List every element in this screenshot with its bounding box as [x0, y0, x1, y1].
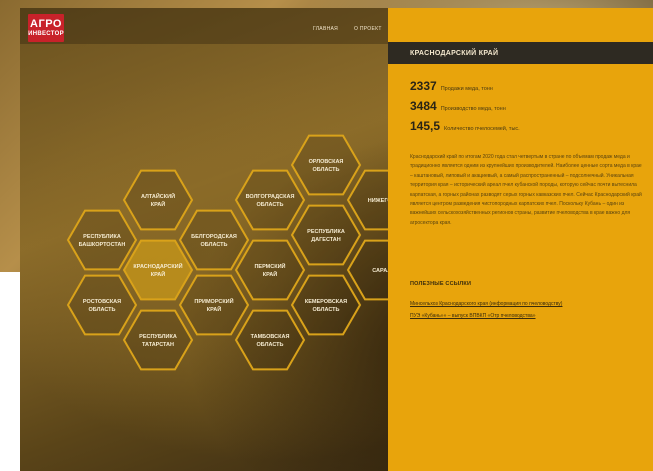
region-label: ОБЛАСТЬ — [257, 342, 284, 348]
useful-link[interactable]: ПУЭ «Кубань»» – выпуск ВПВКП «Отр пчелов… — [410, 313, 536, 319]
region-label: БЕЛГОРОДСКАЯ — [191, 234, 237, 240]
stat-value: 2337 — [410, 79, 437, 93]
region-label: ТАМБОВСКАЯ — [251, 334, 290, 340]
region-description: Краснодарский край по итогам 2020 года с… — [410, 154, 642, 226]
region-hex[interactable]: САРА... — [346, 239, 388, 301]
region-label: РЕСПУБЛИКА — [83, 234, 121, 240]
region-label: ОБЛАСТЬ — [313, 167, 340, 173]
hex-shape — [178, 209, 250, 271]
stat-value: 145,5 — [410, 119, 441, 133]
region-label: НИЖЕГО... — [368, 198, 388, 204]
hex-shape — [290, 204, 362, 266]
region-hex[interactable]: ПРИМОРСКИЙКРАЙ — [178, 274, 250, 336]
region-hex[interactable]: РОСТОВСКАЯ ОБЛАСТЬ — [66, 274, 138, 336]
region-hex[interactable]: ОРЛОВСКАЯ ОБЛАСТЬ — [290, 134, 362, 196]
region-label: РЕСПУБЛИКА — [139, 334, 177, 340]
region-hex[interactable]: ПЕРМСКИЙКРАЙ — [234, 239, 306, 301]
region-label: ПРИМОРСКИЙ — [194, 297, 233, 305]
stat-production: 3484 Производство меда, тонн — [410, 99, 506, 113]
region-hex[interactable]: РЕСПУБЛИКА ДАГЕСТАН — [290, 204, 362, 266]
region-label: АЛТАЙСКИЙ — [141, 192, 175, 200]
region-hex[interactable]: ВОЛГОГРАДСКАЯ ОБЛАСТЬ — [234, 169, 306, 231]
region-label: ОБЛАСТЬ — [257, 202, 284, 208]
stat-colonies: 145,5 Количество пчелосемей, тыс. — [410, 119, 520, 133]
region-label: РЕСПУБЛИКА — [307, 229, 345, 235]
region-label: ОБЛАСТЬ — [201, 242, 228, 248]
hex-shape — [178, 274, 250, 336]
stat-label: Продажи меда, тонн — [440, 86, 493, 92]
region-label: ОБЛАСТЬ — [313, 307, 340, 313]
region-label: ОБЛАСТЬ — [89, 307, 116, 313]
region-label: КРАЙ — [207, 305, 222, 313]
region-hex[interactable]: НИЖЕГО... — [346, 169, 388, 231]
region-label: РОСТОВСКАЯ — [83, 299, 121, 305]
hex-shape — [290, 134, 362, 196]
useful-links-title: ПОЛЕЗНЫЕ ССЫЛКИ — [410, 281, 472, 287]
region-label: КРАСНОДАРСКИЙ — [133, 262, 182, 270]
region-label: КРАЙ — [263, 270, 278, 278]
region-label: КРАЙ — [151, 200, 166, 208]
stat-sales: 2337 Продажи меда, тонн — [410, 79, 493, 93]
region-info-panel: КРАСНОДАРСКИЙ КРАЙ 2337 Продажи меда, то… — [388, 8, 653, 471]
region-label: ОРЛОВСКАЯ — [309, 159, 344, 165]
region-label: ДАГЕСТАН — [311, 237, 340, 243]
hex-shape — [234, 169, 306, 231]
region-label: КРАЙ — [151, 270, 166, 278]
region-hex[interactable]: КРАСНОДАРСКИЙКРАЙ — [122, 239, 194, 301]
region-honeycomb: АЛТАЙСКИЙ КРАЙ РЕСПУБЛИКА БАШКОРТОСТАН КРАСН… — [20, 8, 388, 471]
hex-shape — [234, 239, 306, 301]
browser-window: АГРО ИНВЕСТОР ГЛАВНАЯ О ПРОЕКТ АЛТАЙСКИЙ… — [20, 8, 653, 471]
hex-shape — [234, 309, 306, 371]
region-label: ТАТАРСТАН — [142, 342, 174, 348]
region-hex[interactable]: КЕМЕРОВСКАЯ ОБЛАСТЬ — [290, 274, 362, 336]
stat-label: Производство меда, тонн — [440, 106, 506, 112]
honeycomb-svg: АЛТАЙСКИЙКРАЙРЕСПУБЛИКАБАШКОРТОСТАНКРАСН… — [66, 134, 388, 371]
hex-shape — [290, 274, 362, 336]
region-label: КЕМЕРОВСКАЯ — [305, 299, 347, 305]
hex-shape — [122, 169, 194, 231]
region-hex[interactable]: БЕЛГОРОДСКАЯ ОБЛАСТЬ — [178, 209, 250, 271]
region-hex[interactable]: РЕСПУБЛИКА ТАТАРСТАН — [122, 309, 194, 371]
region-label: САРА... — [372, 268, 388, 274]
hex-shape — [122, 239, 194, 301]
hex-shape — [66, 274, 138, 336]
stat-label: Количество пчелосемей, тыс. — [444, 126, 520, 132]
panel-title: КРАСНОДАРСКИЙ КРАЙ — [388, 42, 653, 64]
hex-shape — [66, 209, 138, 271]
region-hex[interactable]: ТАМБОВСКАЯ ОБЛАСТЬ — [234, 309, 306, 371]
useful-link[interactable]: Минсельхоз Краснодарского края (информац… — [410, 301, 562, 307]
region-label: ПЕРМСКИЙ — [254, 262, 285, 270]
region-hex[interactable]: АЛТАЙСКИЙКРАЙ — [122, 169, 194, 231]
region-label: ВОЛГОГРАДСКАЯ — [246, 194, 295, 200]
region-hex[interactable]: РЕСПУБЛИКА БАШКОРТОСТАН — [66, 209, 138, 271]
hex-shape — [122, 309, 194, 371]
stat-value: 3484 — [410, 99, 437, 113]
region-label: БАШКОРТОСТАН — [79, 242, 126, 248]
